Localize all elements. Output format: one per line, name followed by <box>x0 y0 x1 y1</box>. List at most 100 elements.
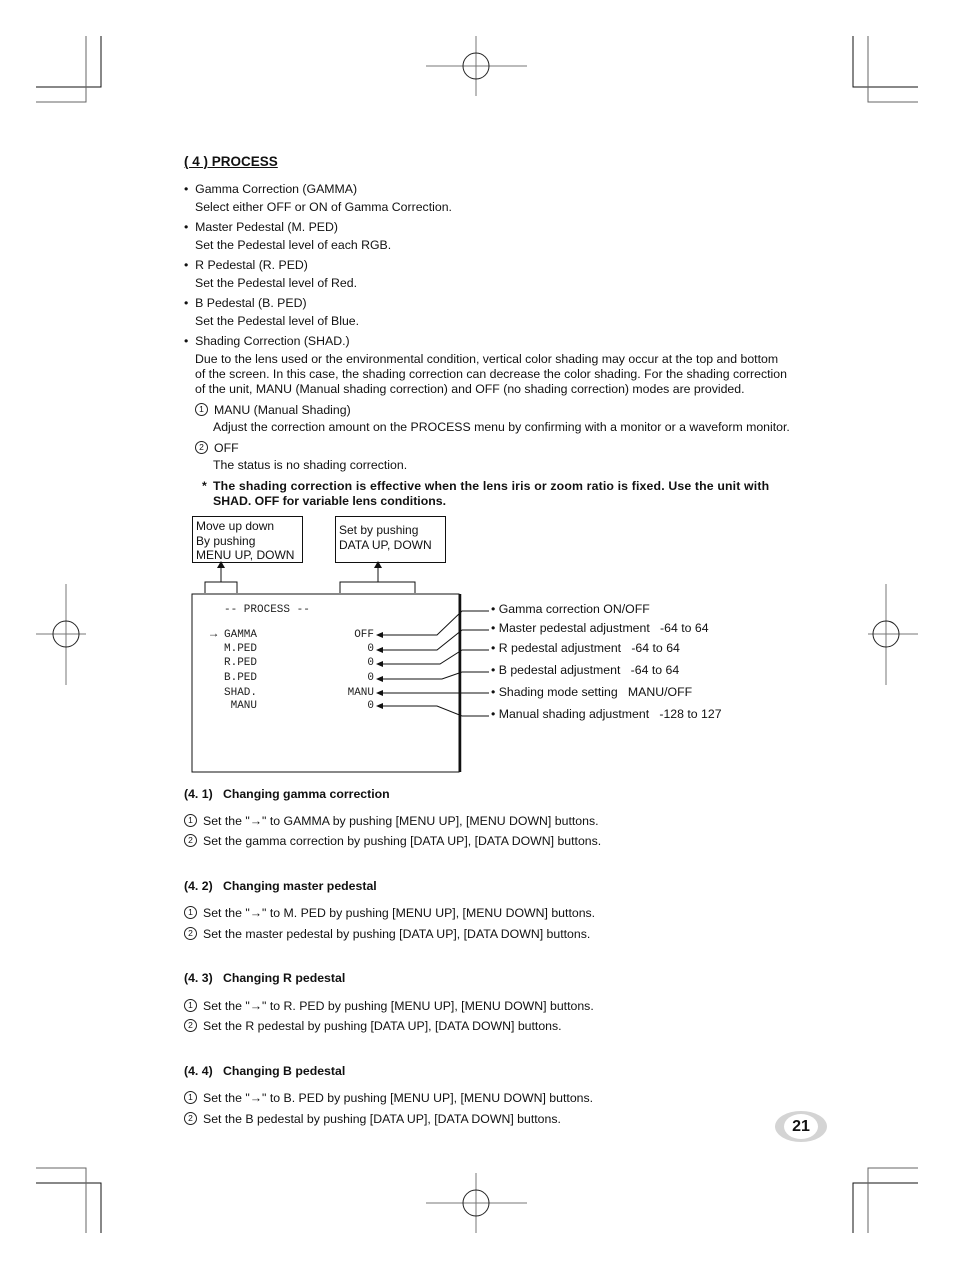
item-desc: Set the Pedestal level of Blue. <box>195 314 360 328</box>
menu-row-name: GAMMA <box>224 629 258 641</box>
menu-row-name: B.PED <box>224 672 258 684</box>
circled-number-icon: 1 <box>184 814 197 828</box>
annotation: • Shading mode setting MANU/OFF <box>491 685 693 699</box>
circled-number-icon: 1 <box>195 403 208 417</box>
item-desc: Select either OFF or ON of Gamma Correct… <box>195 200 452 214</box>
step-text: Set the R pedestal by pushing [DATA UP],… <box>203 1019 562 1033</box>
menu-row-value: 0 <box>367 657 374 669</box>
mode-desc: The status is no shading correction. <box>213 458 408 472</box>
step: 2 Set the B pedestal by pushing [DATA UP]… <box>184 1112 561 1127</box>
circled-number-icon: 2 <box>184 927 197 941</box>
subsection-title-master-pedestal: (4. 2) Changing master pedestal <box>184 879 377 893</box>
bullet-shading: • Shading Correction (SHAD.) <box>184 334 350 348</box>
step-text: Set the gamma correction by pushing [DAT… <box>203 834 602 848</box>
leader-rped <box>380 649 489 665</box>
circled-number-icon: 2 <box>184 834 197 848</box>
step-text: Set the "→" to M. PED by pushing [MENU U… <box>203 906 596 920</box>
crop-mark-top-left <box>36 36 102 88</box>
section-title: ( 4 ) PROCESS <box>184 154 278 169</box>
item-desc: Set the Pedestal level of Red. <box>195 276 358 290</box>
arrow-left-icon <box>376 647 383 653</box>
leader-bped <box>380 671 489 680</box>
step-text: Set the "→" to GAMMA by pushing [MENU UP… <box>203 814 599 828</box>
cursor-arrow-icon: → <box>210 627 218 641</box>
arrow-left-icon <box>376 661 383 667</box>
step: 2 Set the master pedestal by pushing [DAT… <box>184 927 590 942</box>
mode-off: 2 OFF <box>195 441 239 456</box>
item-label: Shading Correction (SHAD.) <box>195 334 350 348</box>
step: 2 Set the R pedestal by pushing [DATA UP]… <box>184 1019 562 1034</box>
bullet-gamma: • Gamma Correction (GAMMA) <box>184 182 358 196</box>
note-marker: * <box>202 479 207 493</box>
subsection-title-gamma: (4. 1) Changing gamma correction <box>184 787 390 801</box>
circled-number-icon: 1 <box>184 999 197 1013</box>
crop-mark-bottom-left-inner <box>36 1167 87 1233</box>
bullet-master-pedestal: • Master Pedestal (M. PED) <box>184 220 338 234</box>
menu-row-value: 0 <box>367 672 374 684</box>
note-line: SHAD. OFF for variable lens conditions. <box>213 494 446 508</box>
annotation: • R pedestal adjustment -64 to 64 <box>491 641 680 655</box>
subsection-title-b-pedestal: (4. 4) Changing B pedestal <box>184 1064 346 1078</box>
callout-line: By pushing <box>196 533 256 548</box>
arrow-left-icon <box>376 690 383 696</box>
step: 1 Set the "→" to R. PED by pushing [MENU … <box>184 999 594 1014</box>
callout-line: MENU UP, DOWN <box>196 548 295 562</box>
menu-bracket <box>204 581 238 593</box>
menu-buttons-callout: Move up down By pushing MENU UP, DOWN <box>192 516 303 563</box>
callout-line: Set by pushing <box>339 523 419 537</box>
shading-desc-line: of the screen. In this case, the shading… <box>195 367 787 381</box>
mode-label: OFF <box>214 441 239 455</box>
circled-number-icon: 1 <box>184 906 197 920</box>
menu-row-value: 0 <box>367 700 374 712</box>
menu-row-value: OFF <box>354 629 374 641</box>
circled-number-icon: 2 <box>184 1019 197 1033</box>
menu-row-name: R.PED <box>224 657 258 669</box>
subsection-title-r-pedestal: (4. 3) Changing R pedestal <box>184 971 346 985</box>
crop-mark-bottom-right-inner <box>867 1167 918 1233</box>
step: 1 Set the "→" to GAMMA by pushing [MENU U… <box>184 814 599 829</box>
step: 1 Set the "→" to B. PED by pushing [MENU … <box>184 1091 593 1106</box>
annotation: • Manual shading adjustment -128 to 127 <box>491 707 722 721</box>
step: 1 Set the "→" to M. PED by pushing [MENU … <box>184 906 595 921</box>
menu-row-name: M.PED <box>224 643 258 655</box>
crop-mark-top-right <box>852 36 918 88</box>
item-label: Gamma Correction (GAMMA) <box>195 182 358 196</box>
item-desc: Set the Pedestal level of each RGB. <box>195 238 392 252</box>
annotation: • B pedestal adjustment -64 to 64 <box>491 663 680 677</box>
item-label: B Pedestal (B. PED) <box>195 296 307 310</box>
step-text: Set the "→" to R. PED by pushing [MENU U… <box>203 999 594 1013</box>
screen-title: -- PROCESS -- <box>224 604 310 616</box>
mode-label: MANU (Manual Shading) <box>214 403 351 417</box>
circled-number-icon: 2 <box>195 441 208 455</box>
circled-number-icon: 2 <box>184 1112 197 1126</box>
shading-desc-line: of the unit, MANU (Manual shading correc… <box>195 382 745 396</box>
arrow-left-icon <box>376 703 383 709</box>
arrow-left-icon <box>376 676 383 682</box>
step-text: Set the B pedestal by pushing [DATA UP],… <box>203 1112 561 1126</box>
item-label: R Pedestal (R. PED) <box>195 258 308 272</box>
item-label: Master Pedestal (M. PED) <box>195 220 338 234</box>
step-text: Set the "→" to B. PED by pushing [MENU U… <box>203 1091 594 1105</box>
menu-row-name: MANU <box>224 700 258 712</box>
crop-marks <box>36 36 918 1233</box>
data-buttons-callout: Set by pushing DATA UP, DOWN <box>335 516 446 563</box>
crop-mark-top-right-inner <box>867 36 918 103</box>
data-bracket <box>339 581 416 593</box>
bullet-r-pedestal: • R Pedestal (R. PED) <box>184 258 308 272</box>
bullet-b-pedestal: • B Pedestal (B. PED) <box>184 296 307 310</box>
leader-gamma <box>380 610 489 636</box>
leader-manu <box>380 705 489 717</box>
step-text: Set the master pedestal by pushing [DATA… <box>203 927 591 941</box>
leader-mped <box>380 629 489 651</box>
crop-mark-bottom-left <box>36 1182 102 1233</box>
registration-marks <box>36 36 918 1233</box>
page-number: 21 <box>784 1114 818 1139</box>
callout-line: DATA UP, DOWN <box>339 537 432 552</box>
arrow-left-icon <box>376 632 383 638</box>
page-number-badge: 21 <box>775 1111 827 1142</box>
mode-manu: 1 MANU (Manual Shading) <box>195 403 351 418</box>
step: 2 Set the gamma correction by pushing [DA… <box>184 834 601 849</box>
menu-row-value: 0 <box>367 643 374 655</box>
annotation: • Gamma correction ON/OFF <box>491 602 650 616</box>
crop-mark-bottom-right <box>852 1182 918 1233</box>
